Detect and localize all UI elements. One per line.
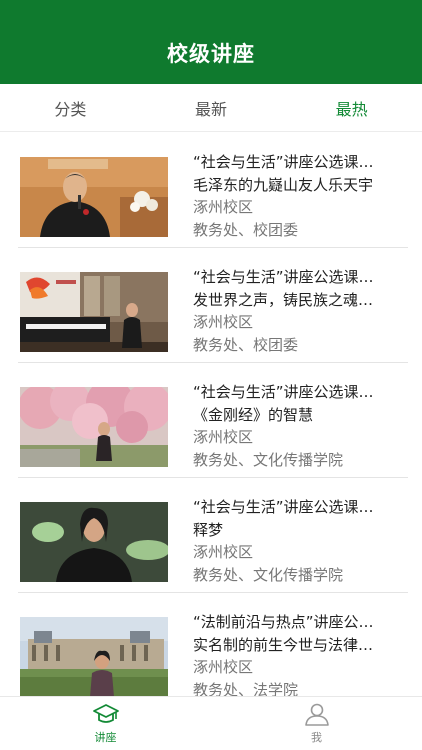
lecture-series: “社会与生活”讲座公选课…	[193, 268, 374, 286]
lecture-info: “社会与生活”讲座公选课… 发世界之声，铸民族之魂… 涿州校区 教务处、校团委	[193, 266, 411, 356]
page-title: 校级讲座	[167, 42, 255, 66]
lecture-series: “社会与生活”讲座公选课…	[193, 498, 374, 516]
lecture-organizer: 教务处、校团委	[193, 335, 299, 354]
lecture-item[interactable]: “社会与生活”讲座公选课… 《金刚经》的智慧 涿州校区 教务处、文化传播学院	[18, 363, 408, 478]
tab-latest[interactable]: 最新	[141, 84, 282, 131]
lecture-series: “社会与生活”讲座公选课…	[193, 383, 374, 401]
graduation-cap-icon	[92, 704, 119, 723]
lecture-organizer: 教务处、文化传播学院	[193, 565, 344, 584]
lecture-series: “社会与生活”讲座公选课…	[193, 153, 374, 171]
tab-hottest[interactable]: 最热	[281, 84, 422, 131]
tabbar-item-lectures[interactable]: 讲座	[0, 697, 211, 750]
lecture-thumbnail	[20, 157, 168, 237]
lecture-campus: 涿州校区	[193, 658, 254, 676]
lecture-item[interactable]: “法制前沿与热点”讲座公… 实名制的前生今世与法律… 涿州校区 教务处、法学院	[18, 593, 408, 696]
bottom-tab-bar: 讲座 我	[0, 696, 422, 750]
lecture-organizer: 教务处、校团委	[193, 220, 299, 239]
tabbar-label-me: 我	[311, 731, 322, 744]
lecture-campus: 涿州校区	[193, 198, 254, 216]
lecture-title: 实名制的前生今世与法律…	[193, 635, 374, 654]
lecture-item[interactable]: “社会与生活”讲座公选课… 毛泽东的九嶷山友人乐天宇 涿州校区 教务处、校团委	[18, 133, 408, 248]
lecture-campus: 涿州校区	[193, 543, 254, 561]
lecture-campus: 涿州校区	[193, 313, 254, 331]
lecture-campus: 涿州校区	[193, 428, 254, 446]
tabbar-item-me[interactable]: 我	[211, 697, 422, 750]
lecture-series: “法制前沿与热点”讲座公…	[193, 613, 374, 631]
lecture-item[interactable]: “社会与生活”讲座公选课… 释梦 涿州校区 教务处、文化传播学院	[18, 478, 408, 593]
tabbar-label-lectures: 讲座	[94, 731, 117, 744]
lecture-info: “社会与生活”讲座公选课… 释梦 涿州校区 教务处、文化传播学院	[193, 496, 411, 586]
lecture-thumbnail	[20, 387, 168, 467]
lecture-organizer: 教务处、文化传播学院	[193, 450, 344, 469]
tab-category[interactable]: 分类	[0, 84, 141, 131]
lecture-title: 《金刚经》的智慧	[193, 405, 314, 424]
lecture-title: 发世界之声，铸民族之魂…	[193, 290, 374, 309]
lecture-info: “社会与生活”讲座公选课… 毛泽东的九嶷山友人乐天宇 涿州校区 教务处、校团委	[193, 151, 411, 241]
lecture-thumbnail	[20, 617, 168, 696]
lecture-thumbnail	[20, 502, 168, 582]
lecture-info: “社会与生活”讲座公选课… 《金刚经》的智慧 涿州校区 教务处、文化传播学院	[193, 381, 411, 471]
lecture-list: “社会与生活”讲座公选课… 毛泽东的九嶷山友人乐天宇 涿州校区 教务处、校团委	[0, 133, 422, 696]
app-header: 校级讲座	[0, 0, 422, 84]
lecture-title: 释梦	[193, 520, 224, 539]
category-tabs: 分类 最新 最热	[0, 84, 422, 132]
lecture-item[interactable]: “社会与生活”讲座公选课… 发世界之声，铸民族之魂… 涿州校区 教务处、校团委	[18, 248, 408, 363]
lecture-info: “法制前沿与热点”讲座公… 实名制的前生今世与法律… 涿州校区 教务处、法学院	[193, 611, 411, 696]
lecture-title: 毛泽东的九嶷山友人乐天宇	[193, 175, 374, 194]
lecture-thumbnail	[20, 272, 168, 352]
person-icon	[304, 703, 329, 726]
lecture-organizer: 教务处、法学院	[193, 680, 299, 697]
